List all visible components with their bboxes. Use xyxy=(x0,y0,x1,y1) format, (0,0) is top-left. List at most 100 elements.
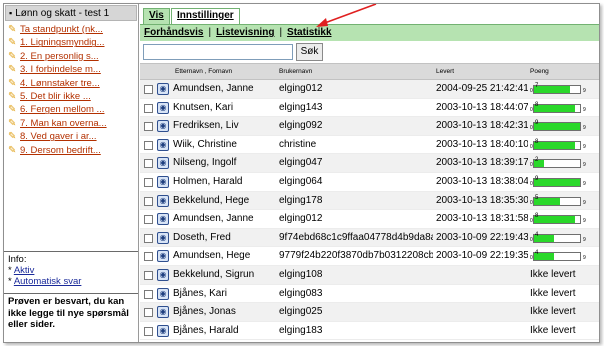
question-item[interactable]: ✎ 4. Lønnstaker tre... xyxy=(8,77,136,90)
question-link[interactable]: 6. Fergen mellom ... xyxy=(20,104,104,115)
header-delivered[interactable]: Levert xyxy=(436,64,528,79)
tab-innstillinger[interactable]: Innstillinger xyxy=(171,8,240,24)
row-username: elging064 xyxy=(279,175,323,187)
question-item[interactable]: ✎ 6. Fergen mellom ... xyxy=(8,103,136,116)
question-link[interactable]: 4. Lønnstaker tre... xyxy=(20,78,100,89)
subnav-preview[interactable]: Forhåndsvis xyxy=(144,27,203,38)
question-item[interactable]: ✎ Ta standpunkt (nk... xyxy=(8,23,136,36)
row-delivered: 2003-10-09 22:19:35 xyxy=(436,250,528,262)
question-link[interactable]: 5. Det blir ikke ... xyxy=(20,91,91,102)
table-row[interactable]: ◉ Amundsen, Janne elging012 2003-10-13 18:3… xyxy=(140,210,599,229)
header-score[interactable]: Poeng xyxy=(530,64,598,79)
question-item[interactable]: ✎ 3. I forbindelse m... xyxy=(8,63,136,76)
subnav-list-view[interactable]: Listevisning xyxy=(216,27,274,38)
user-icon[interactable]: ◉ xyxy=(157,287,169,300)
user-icon[interactable]: ◉ xyxy=(157,306,169,319)
score-bar-fill xyxy=(534,141,575,149)
score-value: 7 xyxy=(535,83,539,89)
question-link[interactable]: 8. Ved gaver i ar... xyxy=(20,131,97,142)
search-input[interactable] xyxy=(143,44,293,60)
search-button[interactable]: Søk xyxy=(296,43,323,61)
table-row[interactable]: ◉ Bjånes, Harald elging183 Ikke levert xyxy=(140,321,599,341)
user-icon[interactable]: ◉ xyxy=(157,175,169,188)
score-value: 5 xyxy=(535,194,539,201)
question-link[interactable]: 2. En personlig s... xyxy=(20,51,99,62)
user-icon[interactable]: ◉ xyxy=(157,120,169,133)
row-checkbox[interactable] xyxy=(144,270,153,280)
row-checkbox[interactable] xyxy=(144,252,153,262)
row-username: elging092 xyxy=(279,120,323,132)
row-score: 099 xyxy=(530,117,598,135)
question-link[interactable]: 1. Ligningsmyndig... xyxy=(20,37,105,48)
info-link-active[interactable]: Aktiv xyxy=(14,265,35,276)
user-icon[interactable]: ◉ xyxy=(157,213,169,226)
test-title: Lønn og skatt - test 1 xyxy=(15,8,110,19)
user-icon[interactable]: ◉ xyxy=(157,268,169,281)
question-star-icon: ✎ xyxy=(8,131,17,143)
table-row[interactable]: ◉ Bekkelund, Hege elging178 2003-10-13 18:3… xyxy=(140,191,599,211)
score-max-label: 9 xyxy=(583,125,586,132)
test-title-bar[interactable]: ▪ Lønn og skatt - test 1 xyxy=(5,5,137,21)
score-value: 8 xyxy=(535,138,539,145)
user-icon[interactable]: ◉ xyxy=(157,157,169,170)
question-item[interactable]: ✎ 8. Ved gaver i ar... xyxy=(8,130,136,143)
table-row[interactable]: ◉ Amundsen, Janne elging012 2004-09-25 21:4… xyxy=(140,80,599,99)
table-row[interactable]: ◉ Doseth, Fred 9f74ebd68c1c9ffaa04778d4b9d… xyxy=(140,228,599,248)
question-item[interactable]: ✎ 7. Man kan overna... xyxy=(8,117,136,130)
row-username: elging047 xyxy=(279,157,323,169)
table-row[interactable]: ◉ Amundsen, Hege 9779f24b220f3870db7b03122… xyxy=(140,247,599,266)
table-row[interactable]: ◉ Bjånes, Jonas elging025 Ikke levert xyxy=(140,303,599,322)
row-checkbox[interactable] xyxy=(144,140,153,150)
question-item[interactable]: ✎ 1. Ligningsmyndig... xyxy=(8,36,136,49)
question-star-icon: ✎ xyxy=(8,117,17,129)
table-row[interactable]: ◉ Bjånes, Kari elging083 Ikke levert xyxy=(140,284,599,304)
row-name: Bjånes, Jonas xyxy=(173,306,236,318)
row-checkbox[interactable] xyxy=(144,326,153,336)
question-star-icon: ✎ xyxy=(8,64,17,76)
question-link[interactable]: 3. I forbindelse m... xyxy=(20,64,101,75)
row-checkbox[interactable] xyxy=(144,233,153,243)
row-delivered: 2003-10-13 18:31:58 xyxy=(436,213,528,225)
user-icon[interactable]: ◉ xyxy=(157,250,169,263)
header-username[interactable]: Brukernavn xyxy=(279,64,433,79)
user-icon[interactable]: ◉ xyxy=(157,101,169,114)
table-row[interactable]: ◉ Holmen, Harald elging064 2003-10-13 18:38… xyxy=(140,172,599,192)
question-link[interactable]: 9. Dersom bedrift... xyxy=(20,145,101,156)
info-link-auto-answer[interactable]: Automatisk svar xyxy=(14,276,82,287)
question-link[interactable]: Ta standpunkt (nk... xyxy=(20,24,103,35)
table-row[interactable]: ◉ Wiik, Christine christine 2003-10-13 18:4… xyxy=(140,135,599,155)
question-item[interactable]: ✎ 9. Dersom bedrift... xyxy=(8,144,136,157)
question-star-icon: ✎ xyxy=(8,144,17,156)
table-row[interactable]: ◉ Knutsen, Kari elging143 2003-10-13 18:44:… xyxy=(140,98,599,118)
score-bar: 9 xyxy=(533,120,581,132)
table-row[interactable]: ◉ Nilseng, Ingolf elging047 2003-10-13 18:3… xyxy=(140,154,599,173)
row-checkbox[interactable] xyxy=(144,177,153,187)
user-icon[interactable]: ◉ xyxy=(157,324,169,337)
user-icon[interactable]: ◉ xyxy=(157,194,169,207)
search-row: Søk xyxy=(140,43,599,61)
row-checkbox[interactable] xyxy=(144,289,153,299)
row-checkbox[interactable] xyxy=(144,85,153,94)
table-row[interactable]: ◉ Fredriksen, Liv elging092 2003-10-13 18:4… xyxy=(140,117,599,136)
question-link[interactable]: 7. Man kan overna... xyxy=(20,118,107,129)
row-name: Fredriksen, Liv xyxy=(173,120,239,132)
tab-vis[interactable]: Vis xyxy=(143,8,170,24)
row-checkbox[interactable] xyxy=(144,308,153,318)
user-icon[interactable]: ◉ xyxy=(157,231,169,244)
score-max-label: 9 xyxy=(583,199,586,206)
user-icon[interactable]: ◉ xyxy=(157,138,169,151)
question-item[interactable]: ✎ 5. Det blir ikke ... xyxy=(8,90,136,103)
row-checkbox[interactable] xyxy=(144,196,153,206)
row-checkbox[interactable] xyxy=(144,215,153,225)
score-bar-fill xyxy=(534,104,575,112)
table-row[interactable]: ◉ Bekkelund, Sigrun elging108 Ikke levert xyxy=(140,265,599,285)
row-checkbox[interactable] xyxy=(144,159,153,169)
score-bar: 7 xyxy=(533,83,581,94)
user-icon[interactable]: ◉ xyxy=(157,83,169,95)
row-checkbox[interactable] xyxy=(144,103,153,113)
question-item[interactable]: ✎ 2. En personlig s... xyxy=(8,50,136,63)
score-max-label: 9 xyxy=(583,236,586,243)
row-checkbox[interactable] xyxy=(144,122,153,132)
header-name[interactable]: Etternavn , Fornavn xyxy=(173,64,277,79)
row-delivered: Ikke levert xyxy=(530,287,576,299)
